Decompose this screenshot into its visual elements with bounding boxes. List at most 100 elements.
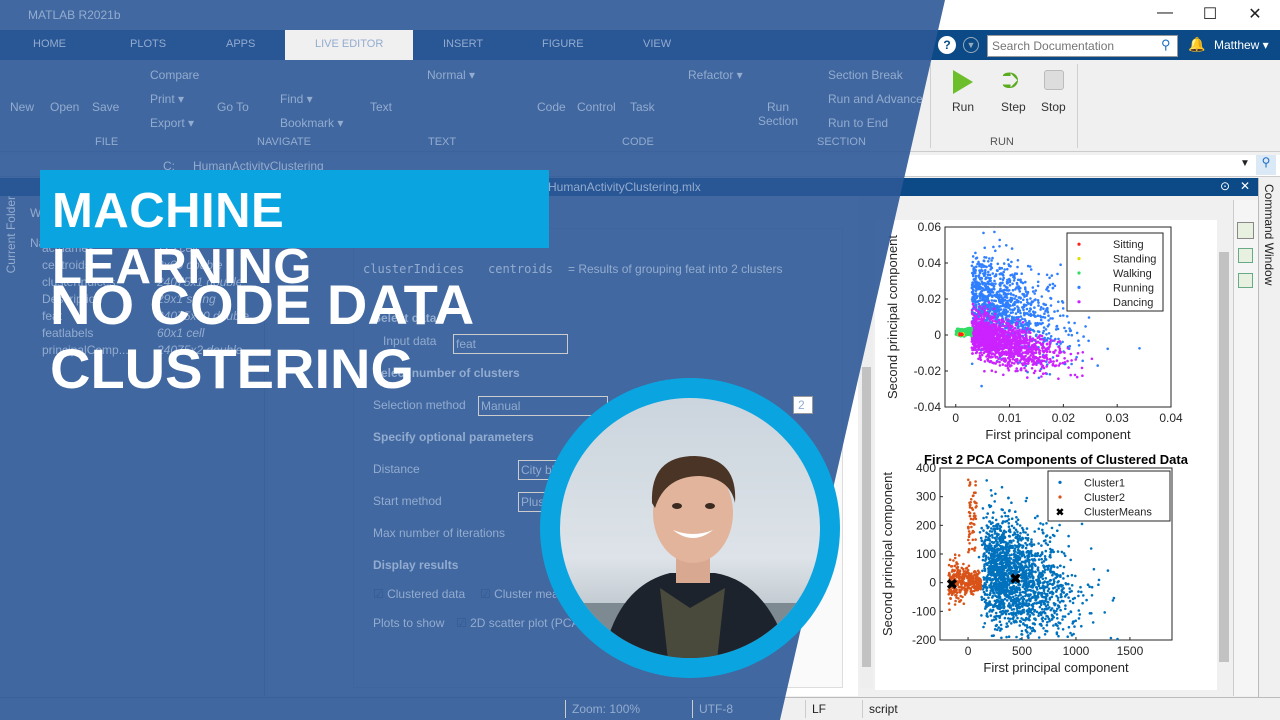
- run-to-end-button[interactable]: Run to End: [828, 116, 888, 130]
- data-point: [1078, 613, 1082, 616]
- print-button[interactable]: Print ▾: [150, 92, 184, 106]
- run-icon[interactable]: [953, 70, 973, 94]
- section-optional[interactable]: Specify optional parameters: [373, 430, 534, 444]
- bell-icon[interactable]: 🔔: [1188, 36, 1205, 53]
- data-point: [1027, 636, 1030, 639]
- control-button[interactable]: Control: [577, 100, 616, 114]
- tab-plots[interactable]: PLOTS: [130, 38, 166, 50]
- data-point: [1033, 610, 1036, 613]
- dropdown-circle-icon[interactable]: ▼: [963, 37, 979, 53]
- data-point: [965, 587, 969, 591]
- data-point: [1018, 309, 1022, 312]
- output-right-icon[interactable]: [1237, 222, 1254, 239]
- search-documentation-input[interactable]: [987, 35, 1178, 57]
- data-point: [992, 582, 996, 585]
- data-point: [1063, 361, 1067, 364]
- bookmark-button[interactable]: Bookmark ▾: [280, 116, 343, 130]
- options-icon[interactable]: ⊙: [1220, 179, 1230, 193]
- compare-button[interactable]: Compare: [150, 68, 199, 82]
- task-button[interactable]: Task: [630, 100, 655, 114]
- data-point: [1017, 605, 1021, 608]
- editor-scrollbar[interactable]: [860, 222, 873, 688]
- run-and-advance-button[interactable]: Run and Advance: [828, 92, 923, 106]
- data-point: [1079, 585, 1082, 589]
- data-point: [1051, 286, 1055, 290]
- stop-button[interactable]: Stop: [1041, 100, 1066, 114]
- close-button[interactable]: ✕: [1235, 4, 1275, 26]
- step-icon[interactable]: ⮊: [1002, 70, 1019, 92]
- close-panel-icon[interactable]: ✕: [1240, 179, 1250, 193]
- minimize-button[interactable]: —: [1145, 4, 1185, 26]
- run-section-button[interactable]: Run Section: [758, 100, 798, 128]
- selection-method-dropdown[interactable]: Manual: [478, 396, 608, 416]
- tab-apps[interactable]: APPS: [226, 38, 255, 50]
- export-button[interactable]: Export ▾: [150, 116, 194, 130]
- data-point: [991, 295, 994, 298]
- tab-home[interactable]: HOME: [33, 38, 66, 50]
- refactor-button[interactable]: Refactor ▾: [688, 68, 743, 82]
- current-folder-tab[interactable]: Current Folder: [4, 196, 18, 273]
- output-inline-icon[interactable]: [1238, 248, 1253, 263]
- text-group-label: TEXT: [428, 136, 457, 148]
- navigate-group-label: NAVIGATE: [257, 136, 311, 148]
- data-point: [1008, 365, 1012, 368]
- scatter-plot-checkbox[interactable]: ☑ 2D scatter plot (PCA): [456, 616, 583, 630]
- data-point: [1013, 349, 1017, 353]
- cluster-count-stepper[interactable]: 2: [793, 396, 813, 414]
- run-button[interactable]: Run: [952, 100, 974, 114]
- data-point: [1014, 335, 1018, 339]
- data-point: [1037, 636, 1041, 639]
- clustered-data-checkbox[interactable]: ☑ Clustered data: [373, 587, 465, 601]
- search-icon[interactable]: ⚲: [1256, 155, 1276, 175]
- data-point: [1010, 260, 1013, 264]
- tab-figure[interactable]: FIGURE: [542, 38, 584, 50]
- chevron-down-icon[interactable]: ▼: [1240, 158, 1250, 169]
- data-point: [995, 604, 998, 608]
- data-point: [1019, 311, 1022, 315]
- data-point: [1116, 637, 1119, 641]
- new-button[interactable]: New: [10, 100, 34, 114]
- find-button[interactable]: Find ▾: [280, 92, 313, 106]
- data-point: [1056, 599, 1060, 602]
- data-point: [1005, 301, 1009, 305]
- y-tick-label: 200: [916, 518, 936, 532]
- normal-style-dropdown[interactable]: Normal ▾: [427, 68, 475, 82]
- tab-view[interactable]: VIEW: [643, 38, 671, 50]
- goto-button[interactable]: Go To: [217, 100, 249, 114]
- output-scrollbar[interactable]: [1217, 222, 1231, 690]
- text-button[interactable]: Text: [370, 100, 392, 114]
- editor-tab[interactable]: HumanActivityClustering.mlx: [548, 180, 701, 194]
- tab-insert[interactable]: INSERT: [443, 38, 483, 50]
- save-button[interactable]: Save: [92, 100, 119, 114]
- data-point: [983, 543, 987, 546]
- data-point: [997, 329, 1001, 332]
- search-icon[interactable]: ⚲: [1161, 37, 1171, 53]
- data-point: [978, 531, 982, 534]
- data-point: [982, 298, 986, 302]
- maximize-button[interactable]: ☐: [1190, 4, 1230, 26]
- data-point: [954, 599, 957, 603]
- user-menu[interactable]: Matthew ▾: [1214, 38, 1269, 52]
- data-point: [983, 284, 987, 288]
- code-button[interactable]: Code: [537, 100, 566, 114]
- data-point: [991, 319, 994, 323]
- cluster-mean-marker: ✖: [946, 576, 958, 592]
- data-point: [988, 545, 992, 549]
- section-display[interactable]: Display results: [373, 558, 458, 572]
- command-window-label: Command Window: [1262, 184, 1276, 286]
- hide-code-icon[interactable]: [1238, 273, 1253, 288]
- data-point: [1045, 534, 1049, 537]
- data-point: [1027, 568, 1031, 572]
- command-window-tab[interactable]: Command Window: [1258, 178, 1280, 698]
- data-point: [1005, 572, 1008, 576]
- step-button[interactable]: Step: [1001, 100, 1026, 114]
- input-data-dropdown[interactable]: feat: [453, 334, 568, 354]
- stop-icon[interactable]: [1044, 70, 1064, 90]
- data-point: [1082, 594, 1085, 597]
- data-point: [954, 331, 958, 335]
- data-point: [959, 581, 963, 584]
- help-icon[interactable]: ?: [938, 36, 956, 54]
- tab-live-editor[interactable]: LIVE EDITOR: [285, 30, 414, 60]
- open-button[interactable]: Open: [50, 100, 79, 114]
- section-break-button[interactable]: Section Break: [828, 68, 903, 82]
